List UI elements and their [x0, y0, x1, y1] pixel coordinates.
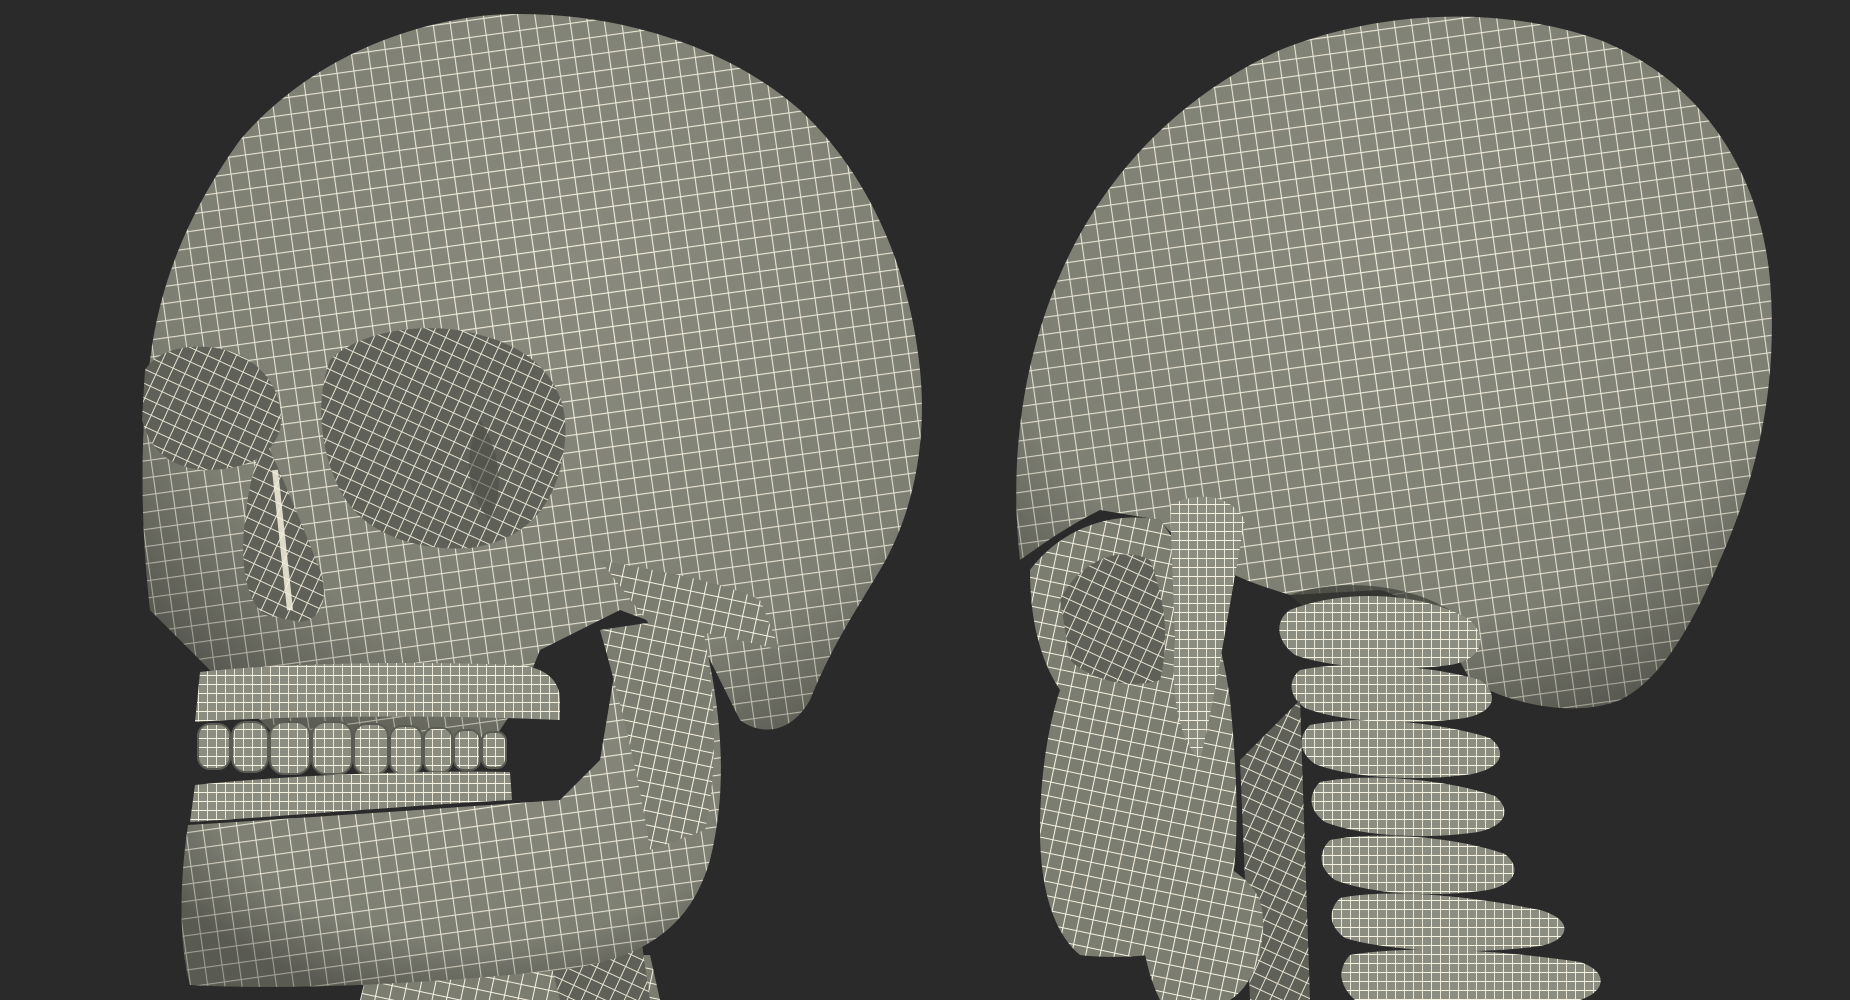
- wireframe-render: [0, 0, 1850, 1000]
- maxilla-shape: [195, 662, 560, 722]
